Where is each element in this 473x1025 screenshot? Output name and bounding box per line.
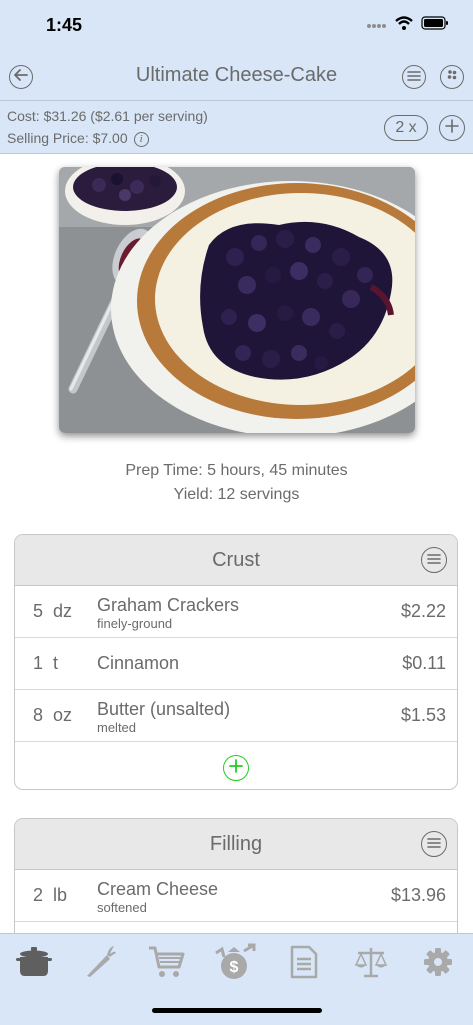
tab-shopping[interactable] <box>147 944 187 984</box>
ingredient-name: Cream Cheese <box>97 879 219 899</box>
selling-price-row: Selling Price: $7.00 i <box>7 130 149 147</box>
add-button[interactable] <box>439 115 465 141</box>
carrot-icon <box>83 945 117 984</box>
signal-icon <box>367 17 387 35</box>
ingredient-name: Cinnamon <box>97 653 180 673</box>
status-icons <box>367 16 449 35</box>
recipe-photo[interactable] <box>59 167 415 433</box>
section-header: Crust <box>15 535 457 586</box>
plus-icon <box>445 118 459 138</box>
home-indicator[interactable] <box>152 1008 322 1013</box>
list-icon <box>427 551 441 569</box>
document-icon <box>290 945 318 984</box>
ingredient-note: softened <box>97 900 147 915</box>
ingredient-unit: lb <box>53 885 68 905</box>
plus-icon <box>229 758 243 778</box>
pot-icon <box>16 945 52 984</box>
ingredient-price: $13.96 <box>390 885 446 905</box>
ingredient-name: Graham Crackers <box>97 595 240 615</box>
list-icon <box>407 68 421 86</box>
color-palette-button[interactable] <box>440 65 464 89</box>
yield: Yield: 12 servings <box>173 486 300 503</box>
ingredient-note: melted <box>97 720 137 735</box>
ingredient-qty: 5 <box>32 601 43 621</box>
add-ingredient-button[interactable] <box>223 755 249 781</box>
ingredient-qty: 2 <box>32 885 43 905</box>
ingredient-price: $1.53 <box>400 705 446 725</box>
ingredient-row[interactable]: 8 oz Butter (unsalted) melted $1.53 <box>15 690 457 742</box>
status-bar: 1:45 <box>0 0 473 52</box>
info-icon[interactable]: i <box>133 131 149 147</box>
tab-conversions[interactable] <box>351 944 391 984</box>
tab-ingredients[interactable] <box>80 944 120 984</box>
battery-icon <box>421 16 449 35</box>
ingredient-qty: 1 <box>32 653 43 673</box>
ingredient-unit: dz <box>53 601 73 621</box>
status-time: 1:45 <box>46 15 83 35</box>
ingredient-name: Butter (unsalted) <box>97 699 231 719</box>
svg-text:$: $ <box>230 959 239 976</box>
ingredient-price: $0.11 <box>402 653 446 673</box>
ingredient-row[interactable]: 5 dz Graham Crackers finely-ground $2.22 <box>15 586 457 638</box>
ingredient-row[interactable]: 1 t Cinnamon $0.11 <box>15 638 457 690</box>
palette-icon <box>445 68 459 87</box>
section-title: Crust <box>212 549 260 571</box>
section-menu-button[interactable] <box>421 831 447 857</box>
section-crust: Crust 5 dz Graham Crackers finely-ground… <box>14 534 458 790</box>
section-menu-button[interactable] <box>421 547 447 573</box>
tab-recipes[interactable] <box>14 944 54 984</box>
ingredient-unit: oz <box>53 705 73 725</box>
tab-reports[interactable] <box>284 944 324 984</box>
wifi-icon <box>395 16 413 35</box>
menu-button[interactable] <box>402 65 426 89</box>
multiplier-button[interactable]: 2 x <box>384 115 428 141</box>
ingredient-price: $2.22 <box>400 601 446 621</box>
ingredient-row[interactable]: 2 lb Cream Cheese softened $13.96 <box>15 870 457 922</box>
ingredient-note: finely-ground <box>97 616 173 631</box>
prep-time: Prep Time: 5 hours, 45 minutes <box>125 462 348 479</box>
list-icon <box>427 835 441 853</box>
ingredient-qty: 8 <box>32 705 43 725</box>
section-title: Filling <box>209 833 263 855</box>
cost-summary: Cost: $31.26 ($2.61 per serving) <box>7 108 208 124</box>
money-bag-icon: $ <box>214 943 256 986</box>
gear-icon <box>423 947 453 982</box>
nav-bar: Ultimate Cheese-Cake <box>0 52 473 101</box>
selling-price: Selling Price: $7.00 <box>7 130 128 146</box>
ingredient-unit: t <box>53 653 59 673</box>
add-ingredient-row <box>15 742 457 789</box>
tab-settings[interactable] <box>418 944 458 984</box>
section-header: Filling <box>15 819 457 870</box>
scales-icon <box>354 945 388 984</box>
tab-pricing[interactable]: $ <box>214 943 256 986</box>
cart-icon <box>148 945 186 984</box>
